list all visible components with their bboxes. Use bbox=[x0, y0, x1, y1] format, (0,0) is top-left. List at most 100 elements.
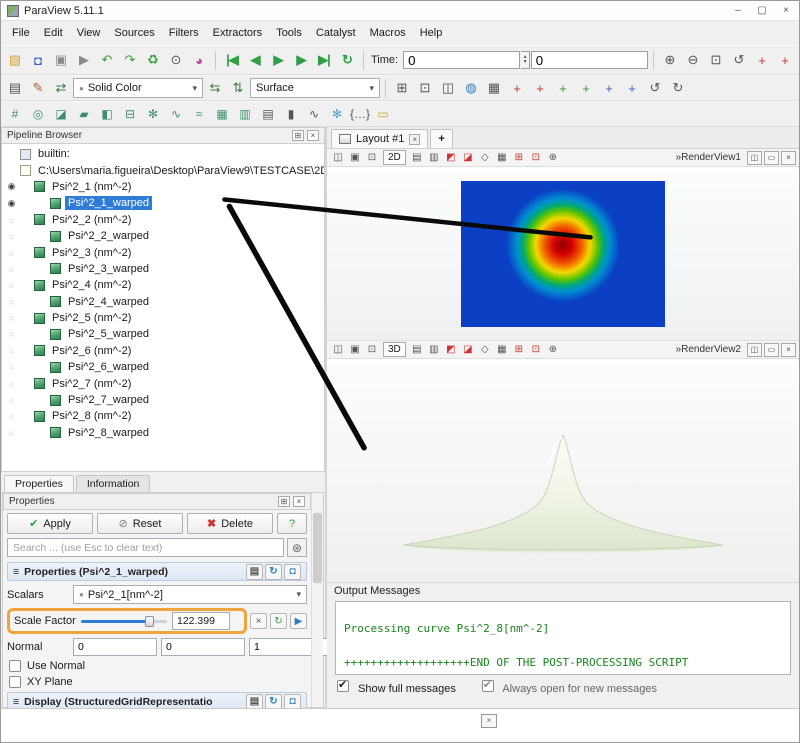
time-value-input[interactable] bbox=[403, 51, 520, 69]
scale-factor-slider[interactable] bbox=[81, 615, 167, 627]
select-cells-on-icon[interactable]: ⊞ bbox=[391, 78, 413, 99]
calculator-icon[interactable]: # bbox=[4, 104, 26, 125]
maximize-button[interactable]: ▢ bbox=[755, 5, 769, 16]
close-view-button[interactable]: × bbox=[781, 151, 796, 165]
edit-color-map-icon[interactable]: ✎ bbox=[27, 78, 49, 99]
next-frame-icon[interactable]: ▶ bbox=[290, 50, 312, 71]
last-frame-icon[interactable]: ▶| bbox=[313, 50, 335, 71]
zoom-in-icon[interactable]: ⊕ bbox=[659, 50, 681, 71]
scalars-select[interactable]: ● Psi^2_1[nm^-2] bbox=[73, 585, 307, 604]
menu-edit[interactable]: Edit bbox=[37, 24, 70, 42]
auto-apply-icon[interactable]: ♻ bbox=[142, 50, 164, 71]
glyph-icon[interactable]: ✻ bbox=[142, 104, 164, 125]
rescale-visible-icon[interactable]: ⇅ bbox=[227, 78, 249, 99]
visibility-eye-icon[interactable] bbox=[4, 411, 19, 421]
normal-y-input[interactable] bbox=[161, 638, 245, 656]
new-layout-tab[interactable]: + bbox=[430, 129, 452, 148]
rescale-range-icon[interactable]: ⇄ bbox=[50, 78, 72, 99]
color-by-select[interactable]: ● Solid Color bbox=[73, 78, 203, 98]
visibility-eye-icon[interactable] bbox=[4, 346, 19, 356]
menu-tools[interactable]: Tools bbox=[269, 24, 309, 42]
select-surface-cells-icon[interactable]: ▤ bbox=[409, 342, 425, 357]
pipeline-item-psi2-8-warped[interactable]: Psi^2_8_warped bbox=[4, 425, 324, 441]
visibility-eye-icon[interactable] bbox=[4, 362, 19, 372]
split-vertical-button[interactable]: ▭ bbox=[764, 151, 779, 165]
pipeline-item-builtin[interactable]: builtin: bbox=[4, 146, 324, 162]
zoom-to-box-icon[interactable]: ⊡ bbox=[364, 150, 380, 165]
first-frame-icon[interactable]: |◀ bbox=[221, 50, 243, 71]
tab-layout-1[interactable]: Layout #1 × bbox=[331, 129, 428, 148]
properties-scrollbar[interactable] bbox=[311, 493, 323, 707]
pipeline-item-psi2-5-warped[interactable]: Psi^2_5_warped bbox=[4, 326, 324, 342]
copy-properties-icon[interactable]: ▤ bbox=[246, 564, 263, 580]
reset-camera-icon[interactable]: ↺ bbox=[728, 50, 750, 71]
threshold-icon[interactable]: ◧ bbox=[96, 104, 118, 125]
use-normal-checkbox[interactable]: Use Normal bbox=[9, 660, 305, 672]
pipeline-item-psi2-1[interactable]: Psi^2_1 (nm^-2) bbox=[4, 179, 324, 195]
camera-minus-y-icon[interactable]: + bbox=[575, 78, 597, 99]
reset-range-button[interactable]: ↻ bbox=[270, 613, 287, 629]
pipeline-item-file[interactable]: C:\Users\maria.figueira\Desktop\ParaView… bbox=[4, 162, 324, 178]
visibility-eye-icon[interactable] bbox=[4, 313, 19, 323]
frame-value-input[interactable] bbox=[531, 51, 648, 69]
section-properties-header[interactable]: ≡ Properties (Psi^2_1_warped) ▤ ↻ ◘ bbox=[7, 562, 307, 581]
menu-file[interactable]: File bbox=[5, 24, 37, 42]
visibility-eye-icon[interactable] bbox=[4, 280, 19, 290]
interaction-mode-button[interactable]: 3D bbox=[383, 342, 406, 357]
camera-plus-x-icon[interactable]: + bbox=[506, 78, 528, 99]
pipeline-item-psi2-8[interactable]: Psi^2_8 (nm^-2) bbox=[4, 408, 324, 424]
play-icon[interactable]: ▶ bbox=[267, 50, 289, 71]
save-data-icon[interactable]: ◘ bbox=[27, 50, 49, 71]
rotate-cw-90-icon[interactable]: ↻ bbox=[667, 78, 689, 99]
pipeline-item-psi2-3[interactable]: Psi^2_3 (nm^-2) bbox=[4, 244, 324, 260]
menu-macros[interactable]: Macros bbox=[363, 24, 413, 42]
export-scene-icon[interactable]: ◫ bbox=[330, 150, 346, 165]
abort-progress-button[interactable]: × bbox=[481, 714, 497, 728]
globe-icon[interactable]: ◍ bbox=[460, 78, 482, 99]
search-options-gear-icon[interactable]: ⊛ bbox=[287, 538, 307, 557]
search-input[interactable] bbox=[7, 538, 284, 557]
interactive-select-points-icon[interactable]: ⊡ bbox=[528, 150, 544, 165]
select-surface-points-icon[interactable]: ▥ bbox=[426, 150, 442, 165]
rescale-custom-icon[interactable]: ⇆ bbox=[204, 78, 226, 99]
extract-subset-icon[interactable]: ⊟ bbox=[119, 104, 141, 125]
toggle-color-legend-icon[interactable]: ▤ bbox=[4, 78, 26, 99]
interactive-select-points-icon[interactable]: ⊡ bbox=[528, 342, 544, 357]
capture-screenshot-icon[interactable]: ▣ bbox=[347, 150, 363, 165]
camera-plus-y-icon[interactable]: + bbox=[552, 78, 574, 99]
select-block-icon[interactable]: ▦ bbox=[483, 78, 505, 99]
loop-icon[interactable]: ↻ bbox=[336, 50, 358, 71]
save-defaults-icon[interactable]: ◘ bbox=[284, 564, 301, 580]
apply-scale-button[interactable]: ▶ bbox=[290, 613, 307, 629]
select-frustum-cells-icon[interactable]: ◩ bbox=[443, 150, 459, 165]
select-frustum-cells-icon[interactable]: ◩ bbox=[443, 342, 459, 357]
pipeline-item-psi2-2-warped[interactable]: Psi^2_2_warped bbox=[4, 228, 324, 244]
warp-by-vector-icon[interactable]: ≈ bbox=[188, 104, 210, 125]
group-datasets-icon[interactable]: ▦ bbox=[211, 104, 233, 125]
close-view-button[interactable]: × bbox=[781, 343, 796, 357]
clip-icon[interactable]: ◪ bbox=[50, 104, 72, 125]
select-polygon-icon[interactable]: ◇ bbox=[477, 150, 493, 165]
visibility-eye-icon[interactable] bbox=[4, 231, 19, 241]
split-horizontal-button[interactable]: ◫ bbox=[747, 151, 762, 165]
reset-button[interactable]: ⊘ Reset bbox=[97, 513, 183, 534]
find-data-icon[interactable]: ⊙ bbox=[165, 50, 187, 71]
close-panel-icon[interactable]: × bbox=[293, 496, 305, 507]
checkbox-icon[interactable] bbox=[9, 676, 21, 688]
save-screenshot-icon[interactable]: ▣ bbox=[50, 50, 72, 71]
plot-over-line-icon[interactable]: ∿ bbox=[303, 104, 325, 125]
slider-handle[interactable] bbox=[145, 616, 154, 627]
zoom-to-box-icon[interactable]: ⊡ bbox=[705, 50, 727, 71]
representation-select[interactable]: Surface bbox=[250, 78, 380, 98]
visibility-eye-icon[interactable] bbox=[4, 379, 19, 389]
split-horizontal-button[interactable]: ◫ bbox=[747, 343, 762, 357]
show-full-messages-checkbox[interactable]: Show full messages bbox=[337, 680, 456, 695]
interactive-select-cells-icon[interactable]: ⊞ bbox=[511, 342, 527, 357]
pipeline-item-psi2-6[interactable]: Psi^2_6 (nm^-2) bbox=[4, 343, 324, 359]
xy-plane-checkbox[interactable]: XY Plane bbox=[9, 676, 305, 688]
hover-cells-icon[interactable]: ⊕ bbox=[545, 150, 561, 165]
output-console[interactable]: Processing curve Psi^2_8[nm^-2] ++++++++… bbox=[335, 601, 791, 675]
redo-icon[interactable]: ↷ bbox=[119, 50, 141, 71]
menu-view[interactable]: View bbox=[70, 24, 108, 42]
select-frustum-icon[interactable]: ◫ bbox=[437, 78, 459, 99]
